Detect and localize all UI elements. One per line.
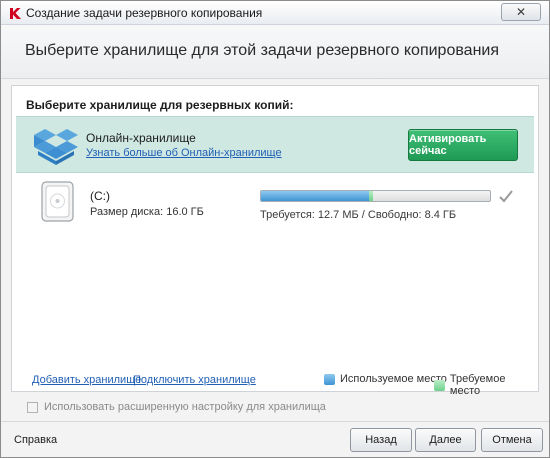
storage-panel: Выберите хранилище для резервных копий: … [11,85,539,397]
footer-divider [1,421,549,422]
cancel-button[interactable]: Отмена [481,428,543,452]
disk-size-value: 16.0 ГБ [166,206,204,218]
required-space-fill [368,191,374,201]
disk-size-label: Размер диска: [90,206,164,218]
used-space-fill [261,191,369,201]
legend-used: Используемое место [324,373,447,385]
hard-drive-icon [41,181,74,222]
check-icon [499,190,513,203]
section-label: Выберите хранилище для резервных копий: [26,98,294,112]
legend-used-label: Используемое место [340,373,447,385]
legend-required: Требуемое место [434,373,538,397]
online-storage-row[interactable]: Онлайн-хранилище Узнать больше об Онлайн… [16,116,534,173]
title-bar: Создание задачи резервного копирования ✕ [1,1,549,25]
disk-usage-bar [260,190,491,202]
window-title: Создание задачи резервного копирования [26,6,263,20]
legend-required-swatch [434,379,445,391]
advanced-settings-label: Использовать расширенную настройку для х… [44,401,326,413]
disk-size: Размер диска: 16.0 ГБ [90,206,204,218]
wizard-header: Выберите хранилище для этой задачи резер… [1,25,549,79]
disk-usage-text: Требуется: 12.7 МБ / Свободно: 8.4 ГБ [260,209,457,221]
legend-used-swatch [324,373,335,385]
back-button[interactable]: Назад [350,428,412,452]
activate-now-button[interactable]: Активировать сейчас [408,129,518,161]
legend-required-label: Требуемое место [449,373,506,397]
online-storage-title: Онлайн-хранилище [86,131,196,145]
advanced-settings-checkbox[interactable] [27,401,38,413]
disk-name: (C:) [90,189,110,203]
page-title: Выберите хранилище для этой задачи резер… [25,42,500,59]
next-button[interactable]: Далее [415,428,476,452]
connect-storage-link[interactable]: Подключить хранилище [133,374,256,386]
kaspersky-k-icon [10,8,21,19]
cloud-box-icon [34,129,78,165]
add-storage-link[interactable]: Добавить хранилище [32,374,141,386]
disk-storage-row[interactable]: (C:) Размер диска: 16.0 ГБ Требуется: 12… [16,176,534,236]
backup-wizard-window: Создание задачи резервного копирования ✕… [0,0,550,458]
close-icon: ✕ [515,5,527,19]
advanced-settings-row: Использовать расширенную настройку для х… [27,401,326,413]
close-button[interactable]: ✕ [501,3,541,21]
learn-more-link[interactable]: Узнать больше об Онлайн-хранилище [86,147,282,159]
help-link[interactable]: Справка [14,434,57,446]
